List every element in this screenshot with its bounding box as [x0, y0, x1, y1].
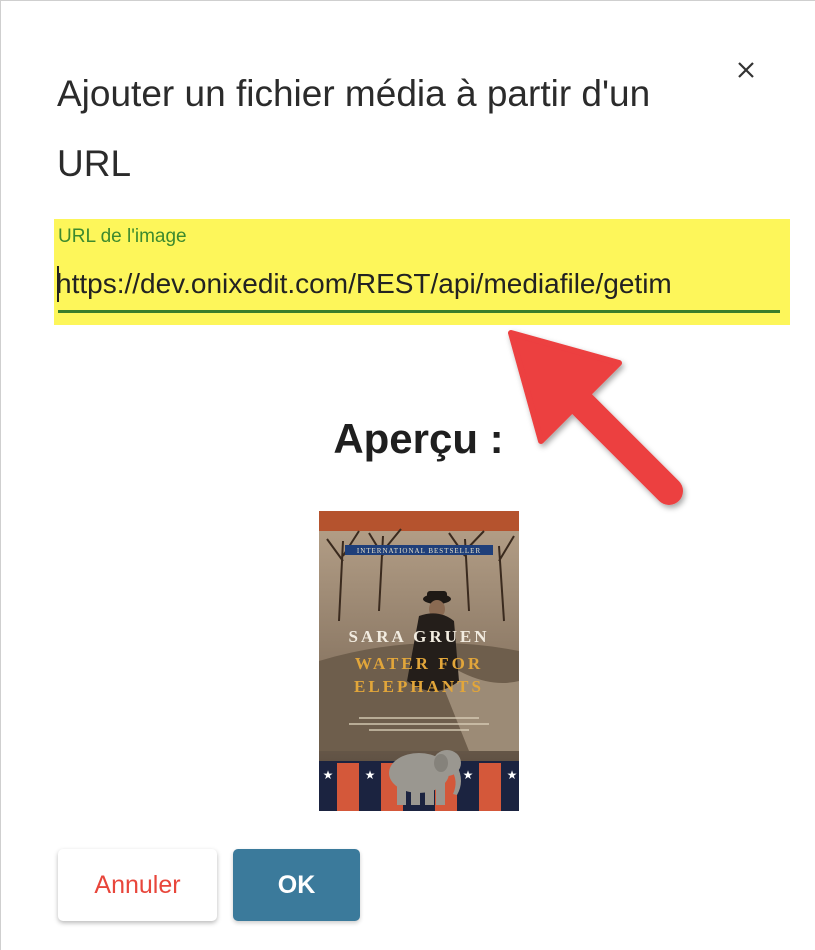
text-caret: [57, 266, 59, 302]
book-title-line1: WATER FOR: [355, 654, 483, 673]
svg-text:★: ★: [365, 768, 376, 782]
close-icon[interactable]: [729, 51, 765, 87]
url-input[interactable]: [56, 259, 782, 309]
dialog-title: Ajouter un fichier média à partir d'un U…: [57, 73, 651, 184]
book-cover-image: INTERNATIONAL BESTSELLER SARA GRUEN WATE…: [319, 511, 519, 811]
book-title-line2: ELEPHANTS: [354, 677, 484, 696]
svg-text:★: ★: [323, 768, 334, 782]
url-field: URL de l'image: [54, 219, 790, 325]
url-field-underline: [58, 310, 780, 313]
preview-title: Aperçu :: [333, 415, 504, 462]
cancel-button[interactable]: Annuler: [58, 849, 217, 921]
url-field-label: URL de l'image: [58, 226, 187, 247]
book-author-text: SARA GRUEN: [349, 627, 490, 646]
book-banner-text: INTERNATIONAL BESTSELLER: [357, 547, 481, 555]
add-media-dialog: Ajouter un fichier média à partir d'un U…: [0, 0, 815, 950]
svg-text:★: ★: [507, 768, 518, 782]
ok-button[interactable]: OK: [233, 849, 360, 921]
svg-text:★: ★: [463, 768, 474, 782]
